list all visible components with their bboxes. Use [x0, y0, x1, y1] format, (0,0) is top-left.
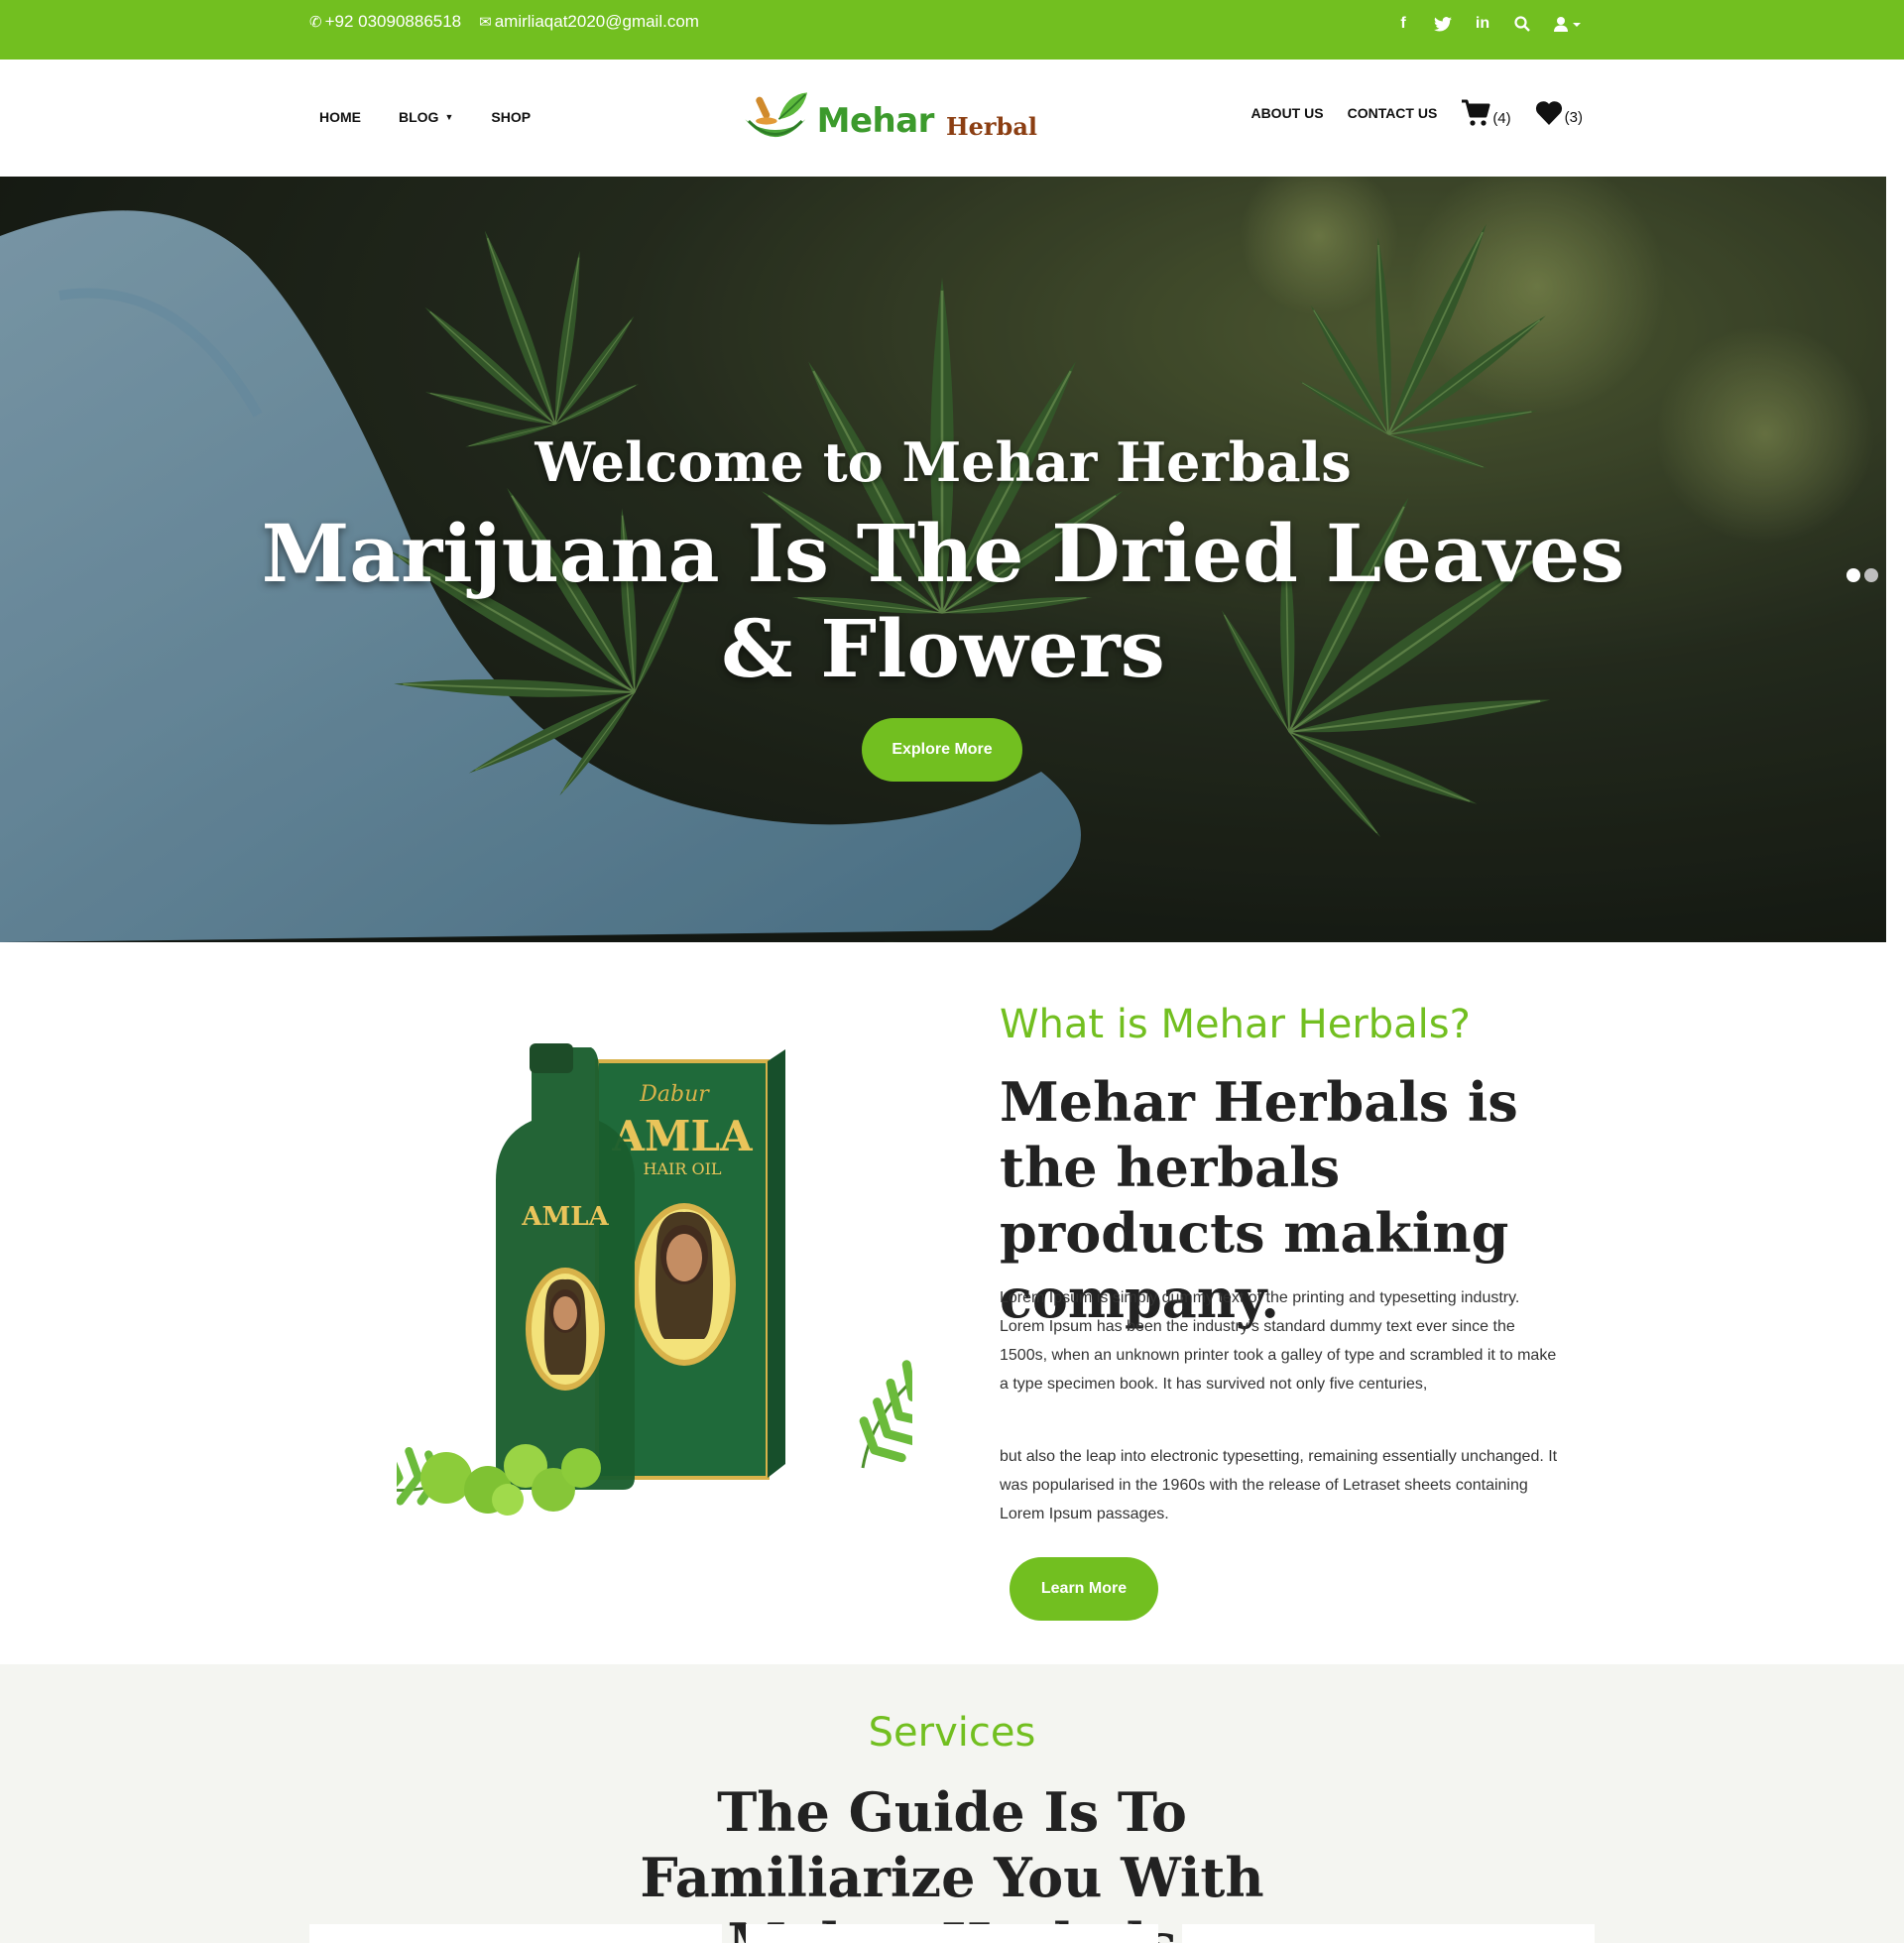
- main-header: HOME BLOG ▼ SHOP Mehar Herbal ABOUT US CO…: [0, 60, 1904, 177]
- nav-contact[interactable]: CONTACT US: [1348, 105, 1438, 121]
- linkedin-icon[interactable]: in: [1474, 14, 1491, 34]
- box-product-type: HAIR OIL: [643, 1159, 721, 1178]
- learn-more-button[interactable]: Learn More: [1010, 1557, 1158, 1621]
- phone-number: +92 03090886518: [324, 12, 462, 31]
- logo-brand-herbal: Herbal: [945, 111, 1037, 141]
- search-icon[interactable]: [1513, 14, 1531, 34]
- cart-link[interactable]: (4): [1461, 99, 1511, 127]
- main-nav-right: ABOUT US CONTACT US (4) (3): [1250, 99, 1583, 127]
- wishlist-count: (3): [1564, 109, 1583, 126]
- envelope-icon: ✉: [479, 14, 492, 31]
- social-links: f in: [1394, 14, 1583, 34]
- hero-title: Marijuana Is The Dried Leaves & Flowers: [261, 507, 1625, 695]
- twitter-icon[interactable]: [1434, 14, 1452, 34]
- nav-home[interactable]: HOME: [319, 109, 361, 125]
- wishlist-link[interactable]: (3): [1535, 100, 1583, 126]
- hero-slider: Welcome to Mehar Herbals Marijuana Is Th…: [0, 177, 1886, 942]
- slider-dots: [1846, 568, 1878, 582]
- explore-more-button[interactable]: Explore More: [862, 718, 1022, 782]
- top-bar: ✆ +92 03090886518 ✉ amirliaqat2020@gmail.c…: [0, 0, 1904, 60]
- nav-blog-label: BLOG: [399, 109, 439, 125]
- bottle-product-name: AMLA: [521, 1202, 609, 1232]
- slider-dot-1[interactable]: [1846, 568, 1860, 582]
- amla-hair-oil-product-image: Dabur AMLA HAIR OIL AMLA: [397, 1043, 912, 1518]
- email-address: amirliaqat2020@gmail.com: [494, 12, 699, 31]
- nav-about[interactable]: ABOUT US: [1250, 105, 1323, 121]
- nav-blog[interactable]: BLOG ▼: [399, 109, 453, 125]
- email-link[interactable]: ✉ amirliaqat2020@gmail.com: [479, 12, 699, 32]
- about-paragraph-1: Lorem Ipsum is simply dummy text of the …: [1000, 1289, 1557, 1393]
- chevron-down-icon: ▼: [444, 112, 454, 122]
- facebook-icon[interactable]: f: [1394, 14, 1412, 34]
- service-card: [1182, 1924, 1595, 1943]
- site-logo[interactable]: Mehar Herbal: [740, 81, 1037, 161]
- services-subtitle: Services: [868, 1710, 1036, 1756]
- heart-icon: [1535, 101, 1562, 125]
- nav-shop[interactable]: SHOP: [491, 109, 531, 125]
- service-card: [746, 1924, 1158, 1943]
- contact-info: ✆ +92 03090886518 ✉ amirliaqat2020@gmail.c…: [309, 12, 699, 32]
- hero-welcome-text: Welcome to Mehar Herbals: [535, 430, 1352, 494]
- phone-icon: ✆: [309, 14, 322, 31]
- services-section: Services The Guide Is To Familiarize You…: [0, 1664, 1904, 1943]
- services-title: The Guide Is To Familiarize You With Meh…: [640, 1780, 1264, 1943]
- box-product-name: AMLA: [611, 1112, 754, 1160]
- box-brand-label: Dabur: [639, 1082, 710, 1107]
- about-paragraph-2: but also the leap into electronic typese…: [1000, 1448, 1558, 1522]
- logo-brand-mehar: Mehar: [816, 101, 935, 141]
- main-nav-left: HOME BLOG ▼ SHOP: [319, 109, 531, 125]
- slider-dot-2[interactable]: [1864, 568, 1878, 582]
- user-menu[interactable]: [1553, 14, 1583, 34]
- mortar-leaf-logo-icon: [745, 92, 808, 138]
- about-subtitle: What is Mehar Herbals?: [1000, 1002, 1471, 1047]
- shopping-cart-icon: [1462, 99, 1490, 126]
- service-card: [309, 1924, 722, 1943]
- phone-link[interactable]: ✆ +92 03090886518: [309, 12, 461, 32]
- cart-count: (4): [1492, 110, 1511, 127]
